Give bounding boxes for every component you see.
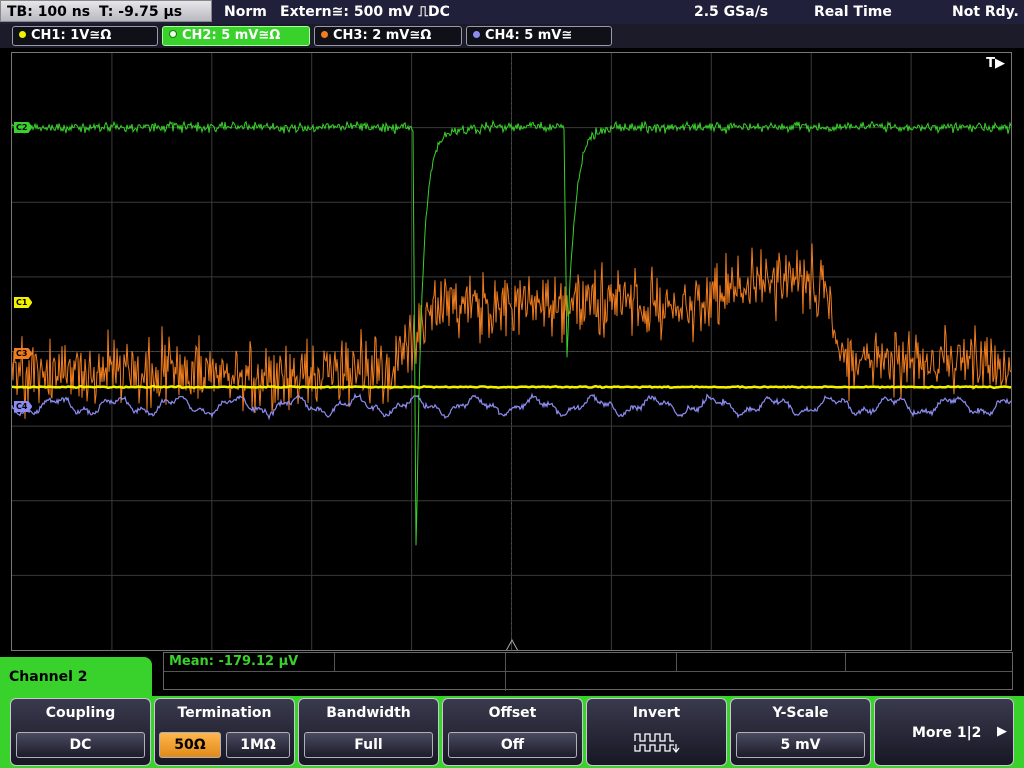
- meas-cell: [335, 653, 506, 671]
- invert-label: Invert: [632, 705, 681, 721]
- invert-waveform-icon: [634, 733, 680, 753]
- waveform-display[interactable]: T▶ C2 C1 C3 C4: [11, 52, 1012, 651]
- tab-ch2[interactable]: CH2: 5 mV≅Ω: [162, 26, 310, 46]
- status-bar: TB: 100 ns T: -9.75 µs Norm Extern≅: 500…: [0, 0, 1024, 24]
- coupling-softkey[interactable]: Coupling DC: [10, 698, 151, 766]
- trigger-marker-icon: T▶: [986, 56, 1005, 71]
- meas-cell: [677, 653, 846, 671]
- termination-1mohm-button[interactable]: 1MΩ: [226, 732, 290, 758]
- yscale-label: Y-Scale: [772, 705, 829, 721]
- measurement-panel[interactable]: Mean: -179.12 µV: [163, 652, 1013, 691]
- more-label: More 1|2: [912, 725, 982, 741]
- acquisition-type: Real Time: [814, 4, 892, 20]
- ch2-dot-icon: [169, 30, 177, 38]
- acquisition-mode[interactable]: Norm: [224, 0, 267, 24]
- timebase-label: TB: 100 ns: [7, 4, 91, 20]
- menu-title: Channel 2: [0, 657, 152, 699]
- coupling-value[interactable]: DC: [16, 732, 145, 758]
- bandwidth-label: Bandwidth: [326, 705, 411, 721]
- termination-label: Termination: [177, 705, 272, 721]
- next-page-icon: ▶: [997, 724, 1007, 739]
- ch1-dot-icon: [19, 31, 26, 38]
- waveform-plot: [12, 53, 1011, 650]
- tab-ch3[interactable]: CH3: 2 mV≅Ω: [314, 26, 462, 46]
- trigger-settings[interactable]: Extern≅: 500 mV ⎍DC: [280, 0, 450, 24]
- ch4-tab-label: CH4: 5 mV≅: [485, 28, 573, 43]
- time-offset-label: T: -9.75 µs: [99, 4, 183, 20]
- offset-value[interactable]: Off: [448, 732, 577, 758]
- softkey-bar: Coupling DC Termination 50Ω 1MΩ Bandwidt…: [0, 696, 1024, 768]
- yscale-value[interactable]: 5 mV: [736, 732, 865, 758]
- ch1-tab-label: CH1: 1V≅Ω: [31, 28, 112, 43]
- meas-divider: [505, 671, 506, 691]
- meas-cell: [506, 653, 677, 671]
- meas-cell: [164, 653, 335, 671]
- timebase-box[interactable]: TB: 100 ns T: -9.75 µs: [0, 0, 212, 22]
- meas-divider: [164, 671, 1012, 672]
- bandwidth-value[interactable]: Full: [304, 732, 433, 758]
- ch4-dot-icon: [473, 31, 480, 38]
- sample-rate: 2.5 GSa/s: [694, 4, 769, 20]
- offset-label: Offset: [488, 705, 537, 721]
- bandwidth-softkey[interactable]: Bandwidth Full: [298, 698, 439, 766]
- ch2-tab-label: CH2: 5 mV≅Ω: [182, 28, 281, 43]
- trigger-state: Not Rdy.: [952, 4, 1019, 20]
- ch3-dot-icon: [321, 31, 328, 38]
- more-softkey[interactable]: More 1|2 ▶: [874, 698, 1014, 766]
- tab-ch4[interactable]: CH4: 5 mV≅: [466, 26, 612, 46]
- invert-softkey[interactable]: Invert: [586, 698, 727, 766]
- channel-tabs: CH1: 1V≅Ω CH2: 5 mV≅Ω CH3: 2 mV≅Ω CH4: 5…: [0, 24, 1024, 48]
- coupling-label: Coupling: [45, 705, 116, 721]
- tab-ch1[interactable]: CH1: 1V≅Ω: [12, 26, 158, 46]
- ch3-tab-label: CH3: 2 mV≅Ω: [333, 28, 432, 43]
- yscale-softkey[interactable]: Y-Scale 5 mV: [730, 698, 871, 766]
- termination-softkey[interactable]: Termination 50Ω 1MΩ: [154, 698, 295, 766]
- ch1-waveform: [12, 384, 1011, 390]
- offset-softkey[interactable]: Offset Off: [442, 698, 583, 766]
- menu-title-label: Channel 2: [9, 669, 88, 685]
- termination-50ohm-button[interactable]: 50Ω: [159, 732, 221, 758]
